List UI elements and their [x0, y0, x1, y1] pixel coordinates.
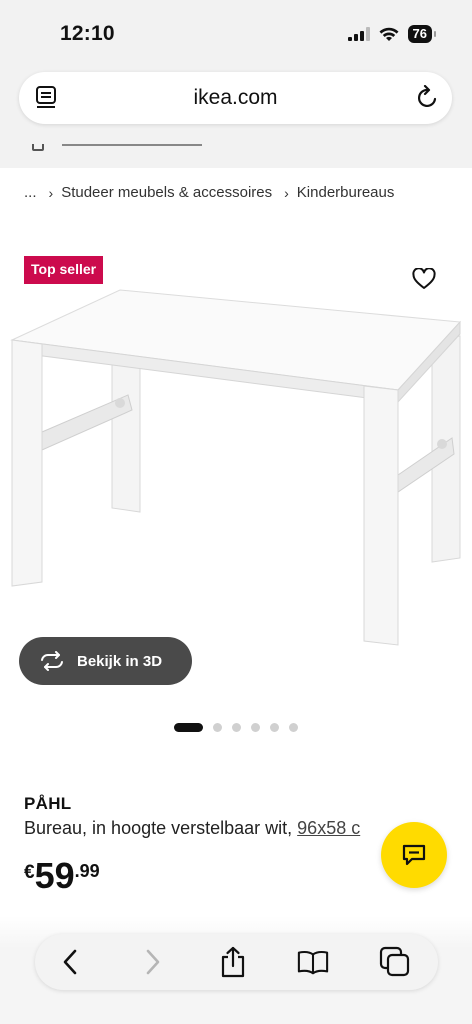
url-text: ikea.com — [193, 86, 278, 109]
browser-toolbar — [35, 934, 438, 990]
battery-icon: 76 — [407, 25, 437, 43]
image-carousel-dots — [174, 723, 298, 732]
reload-icon[interactable] — [416, 85, 440, 111]
carousel-dot[interactable] — [289, 723, 298, 732]
chevron-right-icon: › — [284, 184, 289, 201]
favorite-button[interactable] — [410, 265, 438, 293]
share-button[interactable] — [217, 946, 249, 978]
status-icons: 76 — [347, 25, 437, 43]
address-bar[interactable]: ikea.com — [19, 72, 452, 124]
partial-divider — [62, 144, 202, 146]
chat-icon — [402, 844, 426, 866]
breadcrumb: ... › Studeer meubels & accessoires › Ki… — [24, 184, 394, 201]
carousel-dot[interactable] — [232, 723, 241, 732]
price-currency: € — [24, 862, 35, 883]
view-in-3d-button[interactable]: Bekijk in 3D — [19, 637, 192, 685]
product-dimensions-link[interactable]: 96x58 c — [297, 818, 360, 838]
product-price: € 59 .99 — [24, 856, 100, 896]
heart-icon — [412, 268, 436, 289]
tabs-icon — [379, 946, 410, 977]
wifi-icon — [379, 27, 399, 41]
carousel-dot[interactable] — [270, 723, 279, 732]
carousel-dot[interactable] — [213, 723, 222, 732]
top-seller-badge: Top seller — [24, 256, 104, 284]
chevron-right-icon: › — [48, 184, 54, 201]
back-button[interactable] — [54, 946, 86, 978]
breadcrumb-item-study-furniture[interactable]: Studeer meubels & accessoires — [61, 184, 272, 201]
back-icon — [63, 949, 77, 975]
tabs-button[interactable] — [379, 946, 411, 978]
partial-header-strip — [0, 144, 472, 168]
view-in-3d-label: Bekijk in 3D — [77, 652, 163, 670]
price-whole: 59 — [34, 855, 75, 896]
breadcrumb-ellipsis[interactable]: ... — [24, 184, 37, 201]
carousel-dot[interactable] — [251, 723, 260, 732]
breadcrumb-item-kids-desks[interactable]: Kinderbureaus — [297, 184, 395, 201]
status-time: 12:10 — [60, 22, 115, 45]
product-name: PÅHL — [24, 794, 72, 813]
bookmarks-icon — [297, 950, 329, 975]
product-description-text: Bureau, in hoogte verstelbaar wit, — [24, 818, 293, 838]
browser-address-area: ikea.com — [0, 62, 472, 144]
forward-icon — [146, 949, 160, 975]
chat-button[interactable] — [381, 822, 447, 888]
partial-icon — [32, 144, 44, 151]
bookmarks-button[interactable] — [297, 946, 329, 978]
status-bar: 12:10 76 — [0, 0, 472, 62]
signal-icon — [347, 27, 370, 41]
forward-button[interactable] — [137, 946, 169, 978]
price-decimals: .99 — [74, 861, 100, 881]
carousel-dot-active[interactable] — [174, 723, 203, 732]
rotate-3d-icon — [41, 651, 63, 671]
share-icon — [221, 946, 245, 978]
